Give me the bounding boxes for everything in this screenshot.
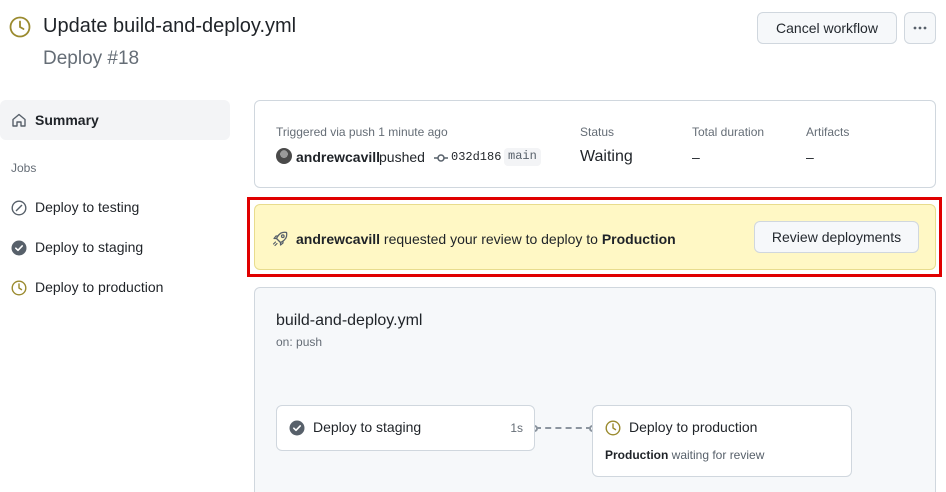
artifacts-value: –: [806, 149, 814, 165]
cancel-workflow-button[interactable]: Cancel workflow: [757, 12, 897, 44]
job-node-note: waiting for review: [668, 448, 765, 462]
sidebar-job-label: Deploy to production: [35, 279, 164, 295]
workflow-file-name[interactable]: build-and-deploy.yml: [276, 312, 422, 330]
job-node-deploy-production[interactable]: Deploy to production Production waiting …: [592, 405, 852, 477]
page-title: Update build-and-deploy.yml: [43, 15, 297, 37]
actor-link[interactable]: andrewcavill: [296, 149, 380, 165]
kebab-icon: [913, 26, 927, 30]
sidebar-item-label: Summary: [35, 112, 99, 128]
sidebar-job-deploy-production[interactable]: Deploy to production: [0, 274, 230, 302]
job-node-name: Deploy to staging: [313, 419, 422, 435]
branch-badge[interactable]: main: [504, 148, 541, 166]
highlight-box: [247, 197, 942, 277]
workflow-graph-card: build-and-deploy.yml on: push Deploy to …: [254, 287, 936, 492]
jobs-heading: Jobs: [11, 161, 37, 175]
check-circle-icon: [11, 240, 27, 256]
job-node-status: Production waiting for review: [605, 448, 764, 462]
status-value: Waiting: [580, 148, 633, 165]
skipped-icon: [11, 200, 27, 216]
clock-icon: [605, 420, 621, 436]
sidebar-job-label: Deploy to testing: [35, 199, 140, 215]
job-node-name: Deploy to production: [629, 419, 758, 435]
clock-icon: [9, 16, 31, 38]
clock-icon: [11, 280, 27, 296]
job-node-deploy-staging[interactable]: Deploy to staging 1s: [276, 405, 535, 451]
sidebar-job-label: Deploy to staging: [35, 239, 144, 255]
run-subtitle: Deploy #18: [43, 48, 140, 69]
avatar[interactable]: [276, 148, 292, 164]
duration-label: Total duration: [692, 125, 765, 139]
check-circle-icon: [289, 420, 305, 436]
status-label: Status: [580, 125, 615, 139]
sidebar-job-deploy-staging[interactable]: Deploy to staging: [0, 234, 230, 262]
artifacts-label: Artifacts: [806, 125, 850, 139]
sidebar-job-deploy-testing[interactable]: Deploy to testing: [0, 194, 230, 222]
job-connector: [535, 427, 592, 429]
more-options-button[interactable]: [904, 12, 936, 44]
workflow-trigger: on: push: [276, 335, 323, 349]
job-node-duration: 1s: [510, 421, 523, 435]
run-summary-card: Triggered via push 1 minute ago andrewca…: [254, 100, 936, 188]
commit-sha-link[interactable]: 032d186: [451, 150, 501, 164]
trigger-label: Triggered via push 1 minute ago: [276, 125, 448, 139]
actor-action: pushed: [379, 149, 425, 165]
duration-value: –: [692, 149, 700, 165]
commit-icon: [434, 154, 448, 162]
job-node-environment: Production: [605, 448, 669, 462]
sidebar-item-summary[interactable]: Summary: [0, 100, 230, 140]
home-icon: [12, 113, 26, 127]
